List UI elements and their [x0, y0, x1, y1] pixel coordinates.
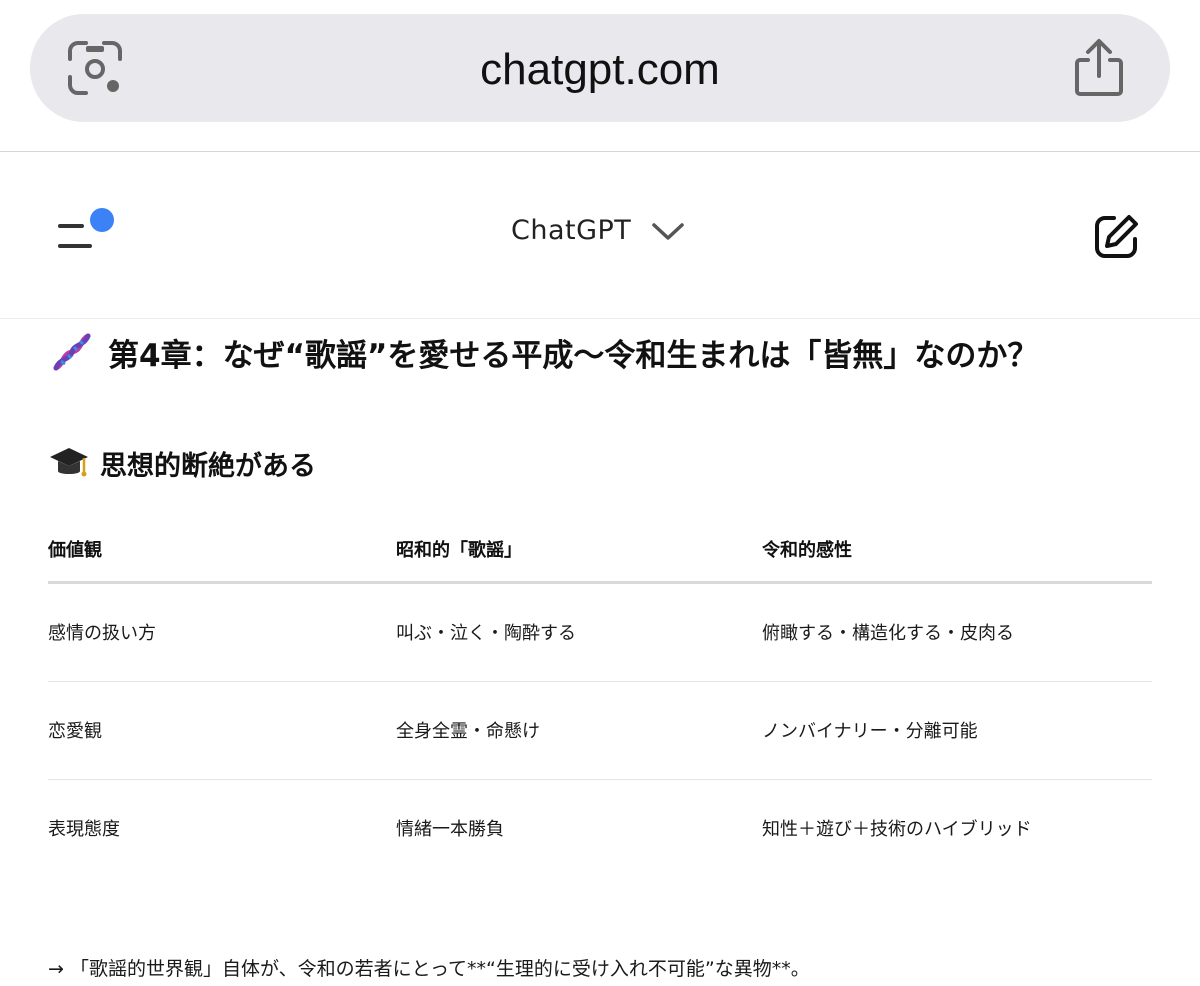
table-header: 価値観 昭和的「歌謡」 令和的感性: [48, 516, 1152, 584]
graduation-cap-icon: [50, 448, 88, 477]
new-chat-button[interactable]: [1092, 211, 1142, 261]
conclusion-text: → 「歌謡的世界観」自体が、令和の若者にとって**“生理的に受け入れ不可能”な異…: [48, 958, 810, 980]
notification-dot: [90, 208, 114, 232]
chapter-heading: 第4章：なぜ“歌謡”を愛せる平成〜令和生まれは「皆無」なのか？: [48, 328, 1038, 376]
edit-icon: [1095, 215, 1138, 258]
table-cell: 知性＋遊び＋技術のハイブリッド: [762, 819, 1032, 840]
table-cell: 情緒一本勝負: [396, 819, 504, 840]
table-row: 感情の扱い方 叫ぶ・泣く・陶酔する 俯瞰する・構造化する・皮肉る: [48, 584, 1152, 682]
model-name: ChatGPT: [511, 215, 632, 246]
table-row: 恋愛観 全身全霊・命懸け ノンバイナリー・分離可能: [48, 682, 1152, 780]
column-header: 昭和的「歌謡」: [396, 540, 522, 561]
table-cell: 表現態度: [48, 819, 120, 840]
app-header: ChatGPT: [0, 153, 1200, 319]
menu-icon: [58, 208, 114, 248]
table-cell: 恋愛観: [48, 721, 102, 742]
browser-toolbar: chatgpt.com: [0, 0, 1200, 152]
sidebar-menu-button[interactable]: [56, 208, 120, 254]
section-heading: 思想的断絶がある: [48, 442, 316, 484]
table-cell: 感情の扱い方: [48, 623, 156, 644]
table-cell: 叫ぶ・泣く・陶酔する: [396, 623, 576, 644]
chapter-title: 第4章：なぜ“歌謡”を愛せる平成〜令和生まれは「皆無」なのか？: [108, 337, 1039, 374]
model-selector[interactable]: ChatGPT: [511, 215, 685, 246]
section-title: 思想的断絶がある: [100, 450, 316, 482]
table-cell: 俯瞰する・構造化する・皮肉る: [762, 623, 1014, 644]
share-icon[interactable]: [1070, 36, 1128, 98]
chevron-down-icon: [652, 222, 685, 240]
column-header: 令和的感性: [762, 540, 852, 561]
table-cell: ノンバイナリー・分離可能: [762, 721, 978, 742]
address-bar[interactable]: chatgpt.com: [30, 14, 1170, 122]
table-row: 表現態度 情緒一本勝負 知性＋遊び＋技術のハイブリッド: [48, 780, 1152, 878]
dna-icon: [53, 333, 91, 371]
comparison-table: 価値観 昭和的「歌謡」 令和的感性 感情の扱い方 叫ぶ・泣く・陶酔する 俯瞰する…: [48, 516, 1152, 878]
table-cell: 全身全霊・命懸け: [396, 721, 540, 742]
url-text[interactable]: chatgpt.com: [30, 48, 1170, 92]
column-header: 価値観: [48, 540, 102, 561]
